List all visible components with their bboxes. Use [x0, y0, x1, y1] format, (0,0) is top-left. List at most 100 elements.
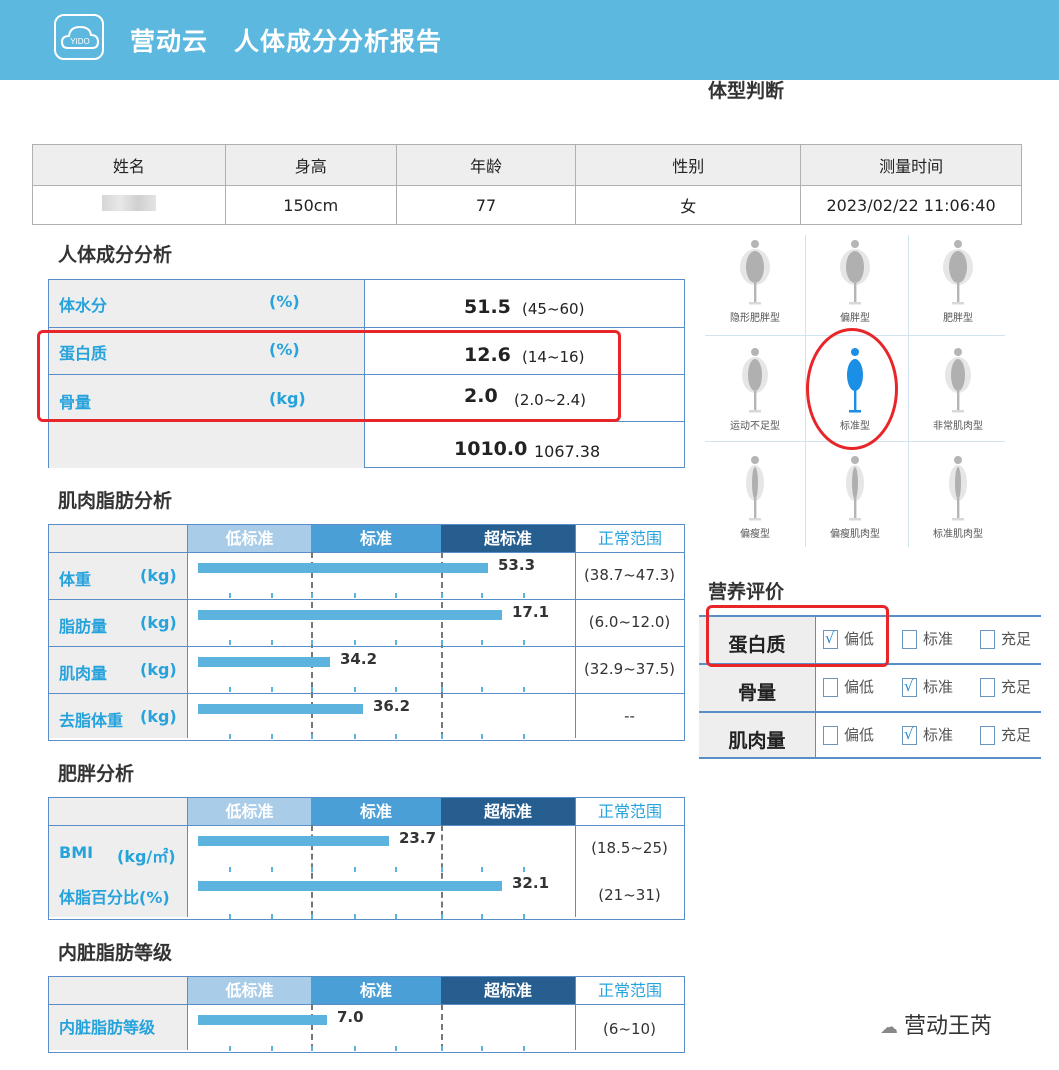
scale-tick: [441, 867, 443, 872]
composition-row: 体水分 (%) 51.5 (45~60): [49, 280, 684, 327]
body-type-label: 运动不足型: [730, 421, 780, 432]
header-divider: [49, 825, 684, 826]
scale-tick: [229, 593, 231, 598]
composition-label-cell: [49, 422, 365, 468]
checkmark-icon: √: [904, 677, 914, 695]
nutrition-option[interactable]: 充足: [980, 676, 1031, 697]
body-silhouette-icon: [840, 240, 870, 305]
row-divider: [49, 646, 684, 647]
checkbox[interactable]: √: [902, 725, 917, 745]
option-label: 标准: [923, 630, 954, 648]
scale-tick: [354, 734, 356, 739]
body-type-figure: 肥胖型: [908, 239, 1008, 324]
scale-tick: [523, 593, 525, 598]
row-label: 内脏脂肪等级: [59, 1018, 156, 1037]
body-type-figure: 隐形肥胖型: [705, 239, 805, 324]
nutrition-title: 营养评价: [708, 581, 785, 603]
body-silhouette-icon: [746, 456, 764, 521]
watermark: ☁ 营动王芮: [880, 1008, 992, 1040]
body-type-title: 体型判断: [708, 80, 785, 102]
scale-tick: [481, 914, 483, 919]
value-bar: [198, 657, 330, 667]
info-header-cell: 姓名: [32, 144, 226, 186]
scale-tick: [354, 1046, 356, 1051]
highlight-oval-body-type: [806, 328, 898, 450]
nutrition-label: 肌肉量: [699, 713, 816, 757]
header-low-standard: 低标准: [188, 977, 311, 1004]
option-label: 充足: [1001, 726, 1032, 744]
scale-tick: [523, 687, 525, 692]
checkbox[interactable]: [980, 726, 995, 745]
scale-tick: [271, 593, 273, 598]
normal-range: (38.7~47.3): [583, 566, 676, 584]
scale-tick: [523, 734, 525, 739]
scale-tick: [523, 1046, 525, 1051]
info-value-cell: 77: [395, 185, 577, 225]
bar-value: 32.1: [512, 874, 550, 892]
scale-tick: [311, 867, 313, 872]
header-normal-range: 正常范围: [575, 798, 684, 825]
row-label: 体脂百分比(%): [59, 888, 170, 907]
scale-tick: [354, 593, 356, 598]
report-title: 营动云 人体成分分析报告: [130, 27, 443, 56]
watermark-text: 营动王芮: [904, 1014, 993, 1039]
nutrition-option[interactable]: 充足: [980, 628, 1031, 649]
nutrition-option[interactable]: 充足: [980, 724, 1031, 745]
high-threshold-line: [441, 552, 443, 738]
value-bar: [198, 836, 389, 846]
body-type-figure: 偏瘦肌肉型: [805, 455, 905, 540]
header-high-standard: 超标准: [441, 798, 575, 825]
info-value-cell: 女: [575, 185, 802, 225]
row-divider: [49, 693, 684, 694]
checkbox[interactable]: √: [902, 677, 917, 697]
option-label: 充足: [1001, 630, 1032, 648]
high-threshold-line: [441, 1004, 443, 1050]
checkbox[interactable]: [823, 678, 838, 697]
scale-tick: [441, 640, 443, 645]
scale-tick: [271, 640, 273, 645]
low-threshold-line: [311, 1004, 313, 1050]
scale-tick: [441, 593, 443, 598]
checkmark-icon: √: [904, 725, 914, 743]
scale-tick: [229, 867, 231, 872]
row-label: 脂肪量: [59, 617, 108, 636]
body-type-label: 偏瘦肌肉型: [830, 529, 880, 540]
info-value-cell: 150cm: [224, 185, 397, 225]
header-high-standard: 超标准: [441, 977, 575, 1004]
option-label: 偏低: [844, 726, 875, 744]
checkbox[interactable]: [980, 678, 995, 697]
checkbox[interactable]: [823, 726, 838, 745]
scale-tick: [523, 914, 525, 919]
row-divider: [49, 599, 684, 600]
visceral-table: 低标准 标准 超标准 正常范围 内脏脂肪等级 7.0 (6~10): [48, 976, 685, 1053]
row-label: 肌肉量: [59, 664, 108, 683]
obesity-table: 低标准 标准 超标准 正常范围 BMI (kg/㎡) 23.7 (18.5~25) 体脂百分比(…: [48, 797, 685, 920]
nutrition-option[interactable]: 偏低: [823, 676, 874, 697]
header-standard: 标准: [311, 798, 441, 825]
scale-tick: [311, 914, 313, 919]
info-header-cell: 年龄: [395, 144, 577, 186]
row-unit: (kg/㎡): [117, 847, 176, 866]
nutrition-option[interactable]: √ 标准: [902, 676, 953, 697]
app-header: YIDO 营动云 人体成分分析报告: [0, 0, 1059, 80]
body-type-figure: 非常肌肉型: [908, 347, 1008, 432]
normal-range: (6~10): [603, 1020, 656, 1038]
normal-range: --: [624, 707, 635, 725]
header-standard: 标准: [311, 525, 441, 552]
scale-tick: [271, 1046, 273, 1051]
normal-range: (21~31): [598, 886, 661, 904]
nutrition-option[interactable]: 标准: [902, 628, 953, 649]
scale-tick: [311, 1046, 313, 1051]
info-header-cell: 测量时间: [800, 144, 1022, 186]
body-type-label: 标准肌肉型: [933, 529, 983, 540]
row-unit: (kg): [140, 566, 177, 585]
nutrition-option[interactable]: 偏低: [823, 724, 874, 745]
row-unit: (kg): [140, 707, 177, 726]
header-standard: 标准: [311, 977, 441, 1004]
nutrition-option[interactable]: √ 标准: [902, 724, 953, 745]
body-type-label: 隐形肥胖型: [730, 313, 780, 324]
redacted-name: [101, 195, 156, 211]
checkbox[interactable]: [980, 630, 995, 649]
checkbox[interactable]: [902, 630, 917, 649]
normal-range: (32.9~37.5): [583, 660, 676, 678]
